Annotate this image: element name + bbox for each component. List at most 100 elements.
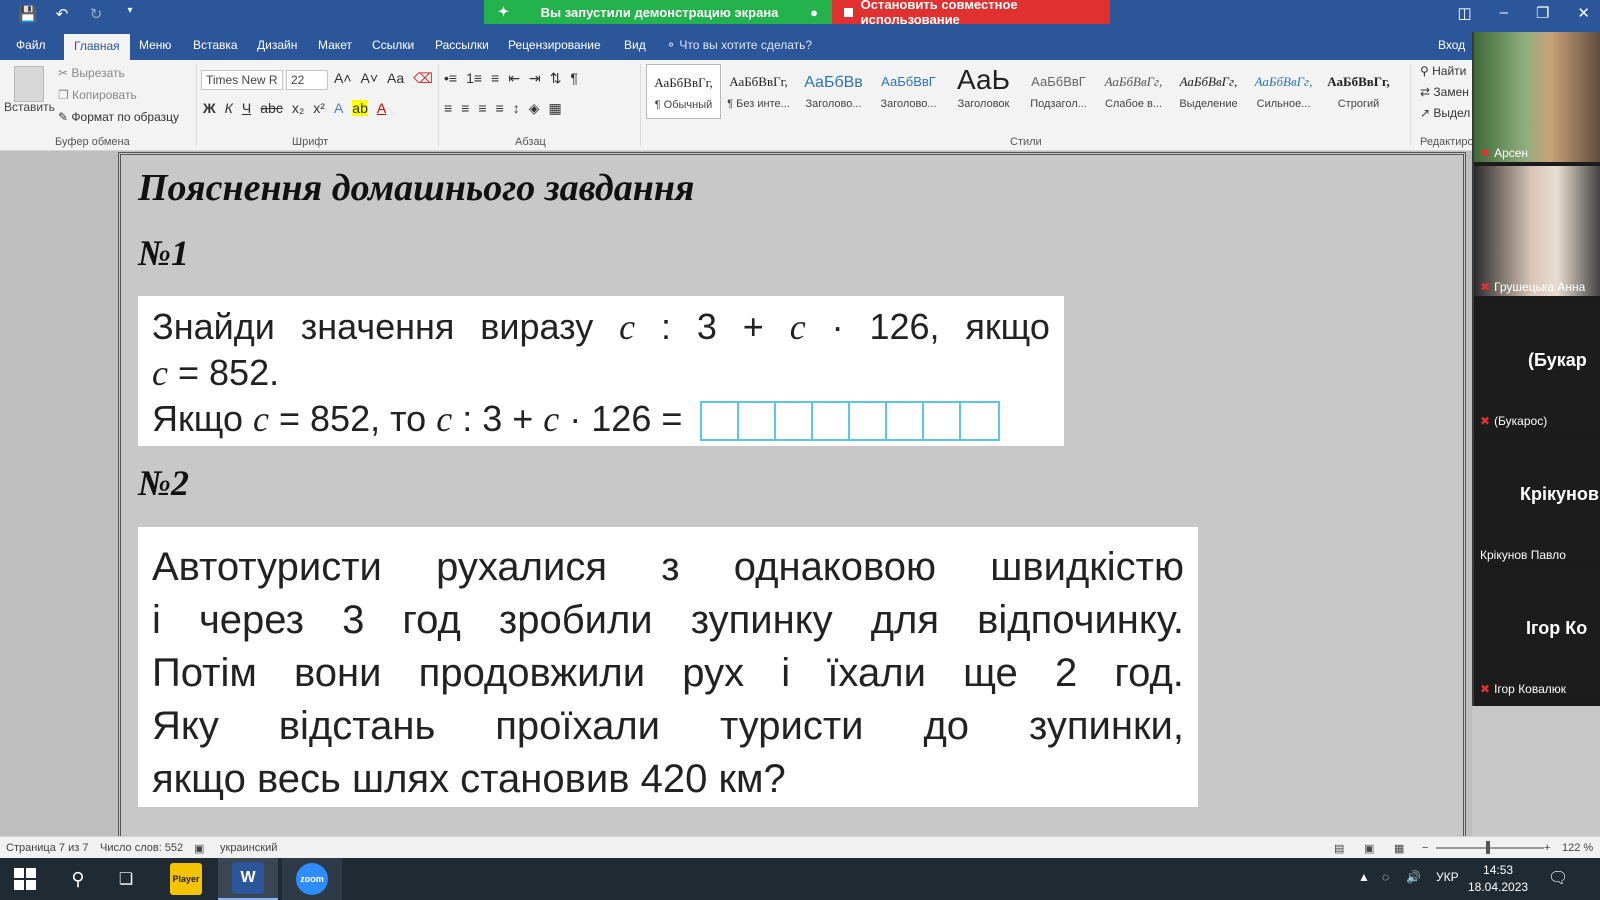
underline-icon[interactable]: Ч [242,100,251,116]
save-icon[interactable]: 💾 [18,5,38,23]
change-case-icon[interactable]: Aa [387,70,404,87]
shading-icon[interactable]: ◈ [529,100,540,117]
input-language[interactable]: УКР [1436,870,1459,884]
answer-cell[interactable] [887,403,925,440]
borders-icon[interactable]: ▦ [548,100,561,117]
undo-icon[interactable]: ↶ [52,5,72,23]
tab-mailings[interactable]: Рассылки [435,38,489,52]
numbering-icon[interactable]: 1≡ [466,70,482,87]
minimize-icon[interactable]: – [1500,4,1508,22]
highlight-icon[interactable]: ab [352,100,368,116]
tray-overflow-icon[interactable]: ▲ [1358,870,1370,884]
start-button[interactable] [0,858,50,900]
shrink-font-icon[interactable]: A˅ [361,70,379,87]
answer-cell[interactable] [924,403,962,440]
align-center-icon[interactable]: ≡ [461,100,469,117]
print-layout-icon[interactable]: ▣ [1364,842,1374,855]
select-button[interactable]: ↗ Выдел [1420,106,1470,120]
strikethrough-icon[interactable]: abc [260,100,283,116]
superscript-icon[interactable]: x² [313,100,325,116]
style-intense-emphasis[interactable]: АаБбВвГг, Сильное... [1246,64,1321,119]
line-spacing-icon[interactable]: ↕ [513,100,520,117]
answer-cell[interactable] [850,403,888,440]
grow-font-icon[interactable]: A˄ [334,70,352,87]
subscript-icon[interactable]: x₂ [292,100,304,116]
taskbar-zoom-app[interactable]: zoom [282,858,342,900]
proofing-icon[interactable]: ▣ [194,842,204,855]
answer-cell[interactable] [739,403,777,440]
zoom-slider-thumb[interactable] [1486,841,1490,854]
customize-qat-icon[interactable]: ▾ [120,5,140,23]
style-subtle-emphasis[interactable]: АаБбВвГг, Слабое в... [1096,64,1171,119]
tab-file[interactable]: Файл [16,38,46,52]
language-indicator[interactable]: украинский [220,842,277,854]
sort-icon[interactable]: ⇅ [550,70,562,87]
stop-share-button[interactable]: Остановить совместное использование [832,0,1110,27]
clock[interactable]: 14:53 18.04.2023 [1468,862,1528,896]
zoom-out-icon[interactable]: − [1422,842,1428,854]
text-effects-icon[interactable]: A [334,100,343,116]
decrease-indent-icon[interactable]: ⇤ [508,70,520,87]
align-right-icon[interactable]: ≡ [478,100,486,117]
replace-button[interactable]: ⇄ Замен [1420,85,1469,99]
participant-tile[interactable]: Ігор Ко ✖ Ігор Ковалюк [1474,568,1600,700]
task-view-icon[interactable]: ❏ [104,858,148,900]
tab-insert[interactable]: Вставка [193,38,238,52]
italic-icon[interactable]: К [225,100,233,116]
tab-design[interactable]: Дизайн [257,38,297,52]
paste-icon[interactable] [14,66,44,102]
tab-references[interactable]: Ссылки [372,38,414,52]
zoom-in-icon[interactable]: + [1544,842,1550,854]
style-title[interactable]: АаЬ Заголовок [946,64,1021,119]
taskbar-word-app[interactable]: W [218,858,278,900]
increase-indent-icon[interactable]: ⇥ [529,70,541,87]
redo-icon[interactable]: ↻ [86,5,106,23]
format-painter-button[interactable]: ✎ Формат по образцу [58,110,179,124]
tab-layout[interactable]: Макет [318,38,352,52]
font-color-icon[interactable]: A [377,100,386,116]
tab-home[interactable]: Главная [64,34,130,60]
participant-tile[interactable]: (Букар ✖ (Букарос) [1474,300,1600,432]
tab-menu[interactable]: Меню [139,38,171,52]
style-emphasis[interactable]: АаБбВвГг, Выделение [1171,64,1246,119]
style-no-spacing[interactable]: АаБбВвГг, ¶ Без инте... [721,64,796,119]
participant-tile[interactable]: Крікунов Крікунов Павло [1474,434,1600,566]
answer-cell[interactable] [776,403,814,440]
find-button[interactable]: ⚲ Найти [1420,64,1466,78]
tell-me-search[interactable]: ⚬ Что вы хотите сделать? [666,38,812,52]
ribbon-display-icon[interactable]: ◫ [1457,4,1471,22]
cut-button[interactable]: ✂ Вырезать [58,66,125,80]
restore-icon[interactable]: ❐ [1536,4,1549,22]
search-icon[interactable]: ⚲ [56,858,100,900]
read-mode-icon[interactable]: ▤ [1334,842,1344,855]
participant-tile[interactable]: ✖ Грушецька Анна [1474,166,1600,298]
zoom-slider[interactable] [1436,847,1544,849]
paste-button[interactable]: Вставить [4,100,55,114]
tab-review[interactable]: Рецензирование [508,38,601,52]
answer-cell[interactable] [702,403,740,440]
justify-icon[interactable]: ≡ [496,100,504,117]
page-counter[interactable]: Страница 7 из 7 [6,842,88,854]
participant-tile[interactable]: ✖ Арсен [1474,32,1600,164]
align-left-icon[interactable]: ≡ [444,100,452,117]
zoom-level[interactable]: 122 % [1562,842,1593,854]
style-subtitle[interactable]: АаБбВвГ Подзагол... [1021,64,1096,119]
style-heading1[interactable]: АаБбВв Заголово... [796,64,871,119]
clear-format-icon[interactable]: ⌫ [413,70,433,87]
taskbar-player-app[interactable]: Player [164,858,208,900]
font-name-select[interactable]: Times New R [201,70,283,90]
style-strong[interactable]: АаБбВвГг, Строгий [1321,64,1396,119]
volume-icon[interactable]: 🔊 [1406,870,1421,884]
sign-in-link[interactable]: Вход [1438,38,1465,52]
copy-button[interactable]: ❐ Копировать [58,88,137,102]
multilevel-list-icon[interactable]: ≡ [491,70,499,87]
bullets-icon[interactable]: •≡ [444,70,457,87]
close-icon[interactable]: ✕ [1577,4,1590,22]
answer-boxes[interactable] [700,401,1001,442]
network-icon[interactable]: ◌ [1382,870,1389,884]
style-normal[interactable]: АаБбВвГг, ¶ Обычный [646,64,721,119]
font-size-select[interactable]: 22 [286,70,328,90]
bold-icon[interactable]: Ж [203,100,216,116]
style-heading2[interactable]: АаБбВвГ Заголово... [871,64,946,119]
web-layout-icon[interactable]: ▦ [1394,842,1404,855]
